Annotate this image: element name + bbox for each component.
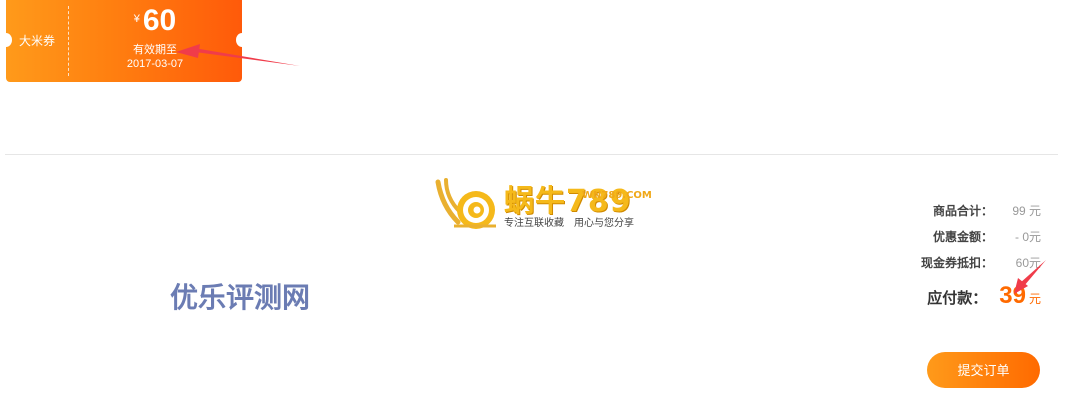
discount-value: - 0元	[1014, 230, 1041, 244]
payable-unit: 元	[1028, 292, 1041, 306]
coupon-card[interactable]: 大米券 ¥60 有效期至 2017-03-07	[0, 0, 248, 82]
coupon-valid-label: 有效期至	[133, 44, 177, 56]
coupon-type-label: 大米券	[18, 34, 55, 48]
logo-slogan: 专注互联收藏 用心与您分享	[504, 218, 634, 229]
summary-payable-row: 应付款： 39 元	[927, 282, 1041, 310]
summary-subtotal-row: 商品合计： 99 元	[933, 202, 1041, 219]
voucher-label: 现金券抵扣：	[920, 256, 993, 270]
watermark-text: 优乐评测网	[170, 282, 311, 313]
voucher-value: 60元	[1015, 256, 1041, 270]
summary-discount-row: 优惠金额： - 0元	[933, 228, 1041, 245]
discount-label: 优惠金额：	[932, 230, 993, 244]
subtotal-value: 99 元	[1012, 204, 1041, 218]
subtotal-label: 商品合计：	[932, 204, 993, 218]
submit-order-button[interactable]: 提交订单	[927, 352, 1040, 388]
payable-label: 应付款：	[927, 290, 988, 307]
logo-domain-text: WN789.COM	[582, 190, 652, 201]
coupon-amount: ¥60	[68, 4, 242, 38]
coupon-validity: 有效期至 2017-03-07	[68, 43, 242, 71]
section-divider	[5, 154, 1058, 155]
snail-icon	[435, 178, 496, 229]
coupon-valid-date: 2017-03-07	[126, 58, 184, 70]
coupon-amount-value: 60	[142, 4, 177, 37]
summary-voucher-row: 现金券抵扣： 60元	[921, 254, 1041, 271]
site-logo: 蜗牛789 WN789.COM 专注互联收藏 用心与您分享	[432, 178, 662, 232]
payable-amount: 39	[999, 282, 1026, 309]
coupon-currency: ¥	[133, 13, 140, 25]
